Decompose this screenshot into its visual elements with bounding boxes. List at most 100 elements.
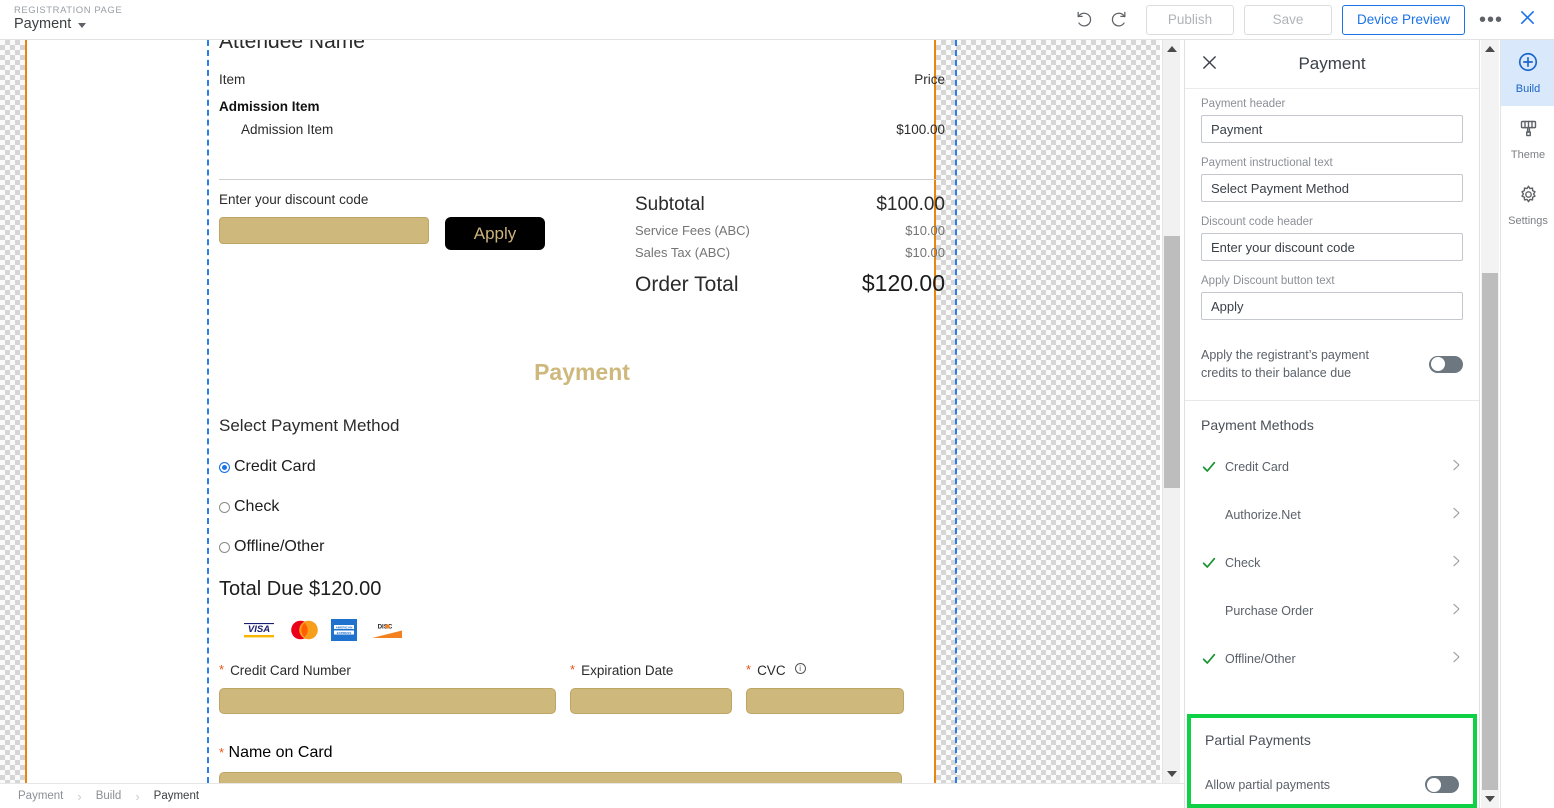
radio-icon xyxy=(219,541,230,553)
radio-icon xyxy=(219,461,230,473)
apply-payment-credits-toggle[interactable] xyxy=(1429,355,1463,373)
field-apply-discount-button-text: Apply Discount button text xyxy=(1185,275,1479,320)
cvc-input[interactable] xyxy=(746,688,904,714)
info-icon[interactable]: i xyxy=(794,663,806,674)
field-payment-header: Payment header xyxy=(1185,98,1479,143)
breadcrumb-item-payment[interactable]: Payment xyxy=(12,790,69,802)
right-rail: Build Theme Settings xyxy=(1500,40,1554,808)
redo-button[interactable] xyxy=(1102,3,1136,37)
panel-close-button[interactable] xyxy=(1201,54,1218,76)
option-label: Credit Card xyxy=(234,458,316,475)
page-sheet[interactable]: Attendee Name Item Price Admission Item … xyxy=(25,40,957,783)
visa-logo: VISA xyxy=(241,619,277,641)
payment-instructional-text-input[interactable] xyxy=(1201,174,1463,202)
payment-method-option-credit-card[interactable]: Credit Card xyxy=(219,458,945,476)
save-button[interactable]: Save xyxy=(1243,4,1332,35)
redo-icon xyxy=(1109,10,1128,29)
gear-icon xyxy=(1518,184,1539,210)
undo-button[interactable] xyxy=(1068,3,1102,37)
credit-card-number-group: * Credit Card Number xyxy=(219,662,556,714)
panel-scrollbar[interactable] xyxy=(1481,40,1499,808)
payment-method-option-check[interactable]: Check xyxy=(219,498,945,516)
chevron-down-icon xyxy=(1485,796,1495,802)
discount-code-header-input[interactable] xyxy=(1201,233,1463,261)
required-asterisk: * xyxy=(219,662,225,677)
rail-item-settings[interactable]: Settings xyxy=(1501,172,1554,238)
credit-card-number-input[interactable] xyxy=(219,688,556,714)
totals-row-sales-tax: Sales Tax (ABC) $10.00 xyxy=(635,245,945,260)
rail-item-theme[interactable]: Theme xyxy=(1501,106,1554,172)
service-fees-label: Service Fees (ABC) xyxy=(635,223,750,238)
item-label: Admission Item xyxy=(241,122,334,137)
overflow-menu-button[interactable]: ••• xyxy=(1465,10,1513,30)
payment-methods-heading: Payment Methods xyxy=(1201,417,1314,434)
canvas-scrollbar[interactable] xyxy=(1162,40,1180,783)
check-icon xyxy=(1201,555,1225,571)
check-icon xyxy=(1201,459,1225,475)
service-fees-value: $10.00 xyxy=(905,223,945,238)
panel-title: Payment xyxy=(1298,54,1366,73)
payment-method-label: Authorize.Net xyxy=(1225,508,1301,523)
rail-item-label: Settings xyxy=(1508,214,1548,227)
totals-row-subtotal: Subtotal $100.00 xyxy=(635,194,945,216)
panel-scroll-up-button[interactable] xyxy=(1481,40,1499,58)
toggle-knob xyxy=(1430,357,1445,372)
breadcrumb-item-build[interactable]: Build xyxy=(90,790,128,802)
partial-payments-section: Partial Payments Allow partial payments xyxy=(1187,713,1477,808)
apply-payment-credits-row: Apply the registrant’s payment credits t… xyxy=(1185,346,1479,382)
expiration-date-input[interactable] xyxy=(570,688,732,714)
payment-header-input[interactable] xyxy=(1201,115,1463,143)
discount-and-totals: Enter your discount code Apply Subtotal … xyxy=(219,192,945,297)
apply-discount-button[interactable]: Apply xyxy=(445,217,545,250)
close-editor-button[interactable] xyxy=(1513,9,1540,31)
scroll-down-button[interactable] xyxy=(1163,765,1181,783)
chevron-up-icon xyxy=(1485,46,1495,52)
breadcrumb-item-current[interactable]: Payment xyxy=(148,790,205,802)
payment-method-label: Purchase Order xyxy=(1225,604,1314,619)
payment-method-check[interactable]: Check xyxy=(1185,539,1479,587)
page-selector[interactable]: Payment xyxy=(14,17,122,32)
canvas-transparency-left xyxy=(0,40,25,783)
device-preview-button[interactable]: Device Preview xyxy=(1341,4,1465,35)
radio-icon xyxy=(219,501,230,513)
breadcrumb-separator: › xyxy=(77,788,82,804)
table-row: Admission Item $100.00 xyxy=(219,116,945,143)
field-label: Apply Discount button text xyxy=(1201,275,1335,287)
page-canvas[interactable]: Attendee Name Item Price Admission Item … xyxy=(0,40,1160,783)
undo-icon xyxy=(1075,10,1094,29)
payment-method-offline-other[interactable]: Offline/Other xyxy=(1185,635,1479,683)
allow-partial-payments-toggle[interactable] xyxy=(1425,776,1459,794)
order-total-label: Order Total xyxy=(635,273,739,296)
totals-row-order-total: Order Total $120.00 xyxy=(635,270,945,297)
payment-method-purchase-order[interactable]: Purchase Order xyxy=(1185,587,1479,635)
discount-code-label: Enter your discount code xyxy=(219,192,369,207)
check-icon xyxy=(1201,651,1225,667)
cvc-label: CVC xyxy=(757,663,786,678)
payment-method-authorize-net[interactable]: Authorize.Net xyxy=(1185,491,1479,539)
divider xyxy=(219,179,945,180)
sales-tax-value: $10.00 xyxy=(905,245,945,260)
properties-panel: Payment Payment header Payment instructi… xyxy=(1184,40,1480,808)
subtotal-label: Subtotal xyxy=(635,194,705,215)
panel-scrollbar-thumb[interactable] xyxy=(1482,273,1498,790)
payment-method-option-offline-other[interactable]: Offline/Other xyxy=(219,538,945,556)
field-payment-instructional-text: Payment instructional text xyxy=(1185,157,1479,202)
payment-method-credit-card[interactable]: Credit Card xyxy=(1185,443,1479,491)
name-on-card-input[interactable] xyxy=(219,772,902,783)
allow-partial-payments-label: Allow partial payments xyxy=(1205,777,1331,792)
scroll-up-button[interactable] xyxy=(1163,40,1181,58)
scrollbar-thumb[interactable] xyxy=(1164,236,1180,488)
select-payment-method-label: Select Payment Method xyxy=(219,416,400,435)
apply-discount-button-text-input[interactable] xyxy=(1201,292,1463,320)
app-root: REGISTRATION PAGE Payment Publish Save D… xyxy=(0,0,1554,808)
attendee-name-heading: Attendee Name xyxy=(219,40,365,53)
panel-scroll-down-button[interactable] xyxy=(1481,790,1499,808)
publish-button[interactable]: Publish xyxy=(1145,4,1234,35)
discount-code-input[interactable] xyxy=(219,217,429,244)
required-asterisk: * xyxy=(219,745,225,760)
breadcrumb-separator: › xyxy=(135,788,140,804)
required-asterisk: * xyxy=(746,662,752,677)
rail-item-build[interactable]: Build xyxy=(1501,40,1554,106)
payment-method-label: Offline/Other xyxy=(1225,652,1296,667)
toggle-knob xyxy=(1426,777,1441,792)
